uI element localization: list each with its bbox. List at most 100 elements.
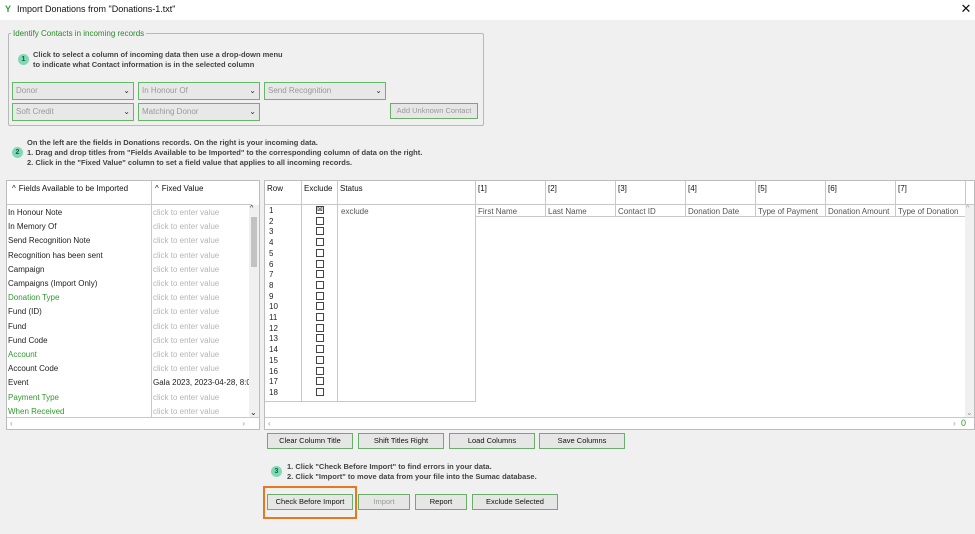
scroll-right-icon[interactable]: › — [242, 419, 245, 428]
fixed-value-cell[interactable]: click to enter value — [153, 334, 249, 348]
exclude-checkbox[interactable] — [316, 238, 324, 247]
data-row[interactable]: 11 — [265, 312, 475, 323]
field-name[interactable]: Event — [8, 376, 150, 390]
send-recognition-combo[interactable]: Send Recognition ⌄ — [264, 82, 386, 100]
exclude-checkbox[interactable] — [316, 270, 324, 279]
data-row[interactable]: 17 — [265, 376, 475, 387]
field-row[interactable]: Fund Code click to enter value — [7, 334, 249, 348]
data-row[interactable]: 16 — [265, 366, 475, 377]
scroll-left-icon[interactable]: ‹ — [268, 419, 271, 428]
field-name[interactable]: Fund (ID) — [8, 305, 150, 319]
data-column-title[interactable]: Last Name — [548, 207, 587, 216]
field-name[interactable]: In Honour Note — [8, 206, 150, 220]
fixed-value-cell[interactable]: click to enter value — [153, 291, 249, 305]
check-before-import-button[interactable]: Check Before Import — [267, 494, 353, 510]
field-row[interactable]: Fund (ID) click to enter value — [7, 305, 249, 319]
field-name[interactable]: Account — [8, 348, 150, 362]
data-row[interactable]: 5 — [265, 248, 475, 259]
field-row[interactable]: Recognition has been sent click to enter … — [7, 249, 249, 263]
field-row[interactable]: Campaigns (Import Only) click to enter va… — [7, 277, 249, 291]
fixed-value-column-header[interactable]: ^ Fixed Value — [152, 181, 251, 205]
fixed-value-cell[interactable]: click to enter value — [153, 277, 249, 291]
in-honour-of-combo[interactable]: In Honour Of ⌄ — [138, 82, 260, 100]
data-column-number[interactable]: [4] — [686, 181, 756, 204]
scroll-thumb[interactable] — [251, 217, 257, 267]
report-button[interactable]: Report — [415, 494, 467, 510]
data-row[interactable]: 13 — [265, 333, 475, 344]
data-horizontal-scrollbar[interactable]: ‹ › 0 — [265, 418, 974, 429]
data-row[interactable]: 1 ⊠ — [265, 205, 475, 216]
fixed-value-cell[interactable]: click to enter value — [153, 263, 249, 277]
scroll-left-icon[interactable]: ‹ — [10, 419, 13, 428]
data-column-number[interactable]: [7] — [896, 181, 966, 204]
exclude-checkbox[interactable] — [316, 377, 324, 386]
field-row[interactable]: Account click to enter value — [7, 348, 249, 362]
data-column-number[interactable]: [1] — [476, 181, 546, 204]
exclude-checkbox[interactable]: ⊠ — [316, 206, 324, 214]
data-row[interactable]: 14 — [265, 344, 475, 355]
soft-credit-combo[interactable]: Soft Credit ⌄ — [12, 103, 134, 121]
data-column-number[interactable]: [5] — [756, 181, 826, 204]
close-icon[interactable]: ✕ — [959, 1, 973, 17]
field-name[interactable]: In Memory Of — [8, 220, 150, 234]
data-row[interactable]: 2 — [265, 216, 475, 227]
field-row[interactable]: Payment Type click to enter value — [7, 391, 249, 405]
exclude-checkbox[interactable] — [316, 302, 324, 311]
fixed-value-cell[interactable]: click to enter value — [153, 348, 249, 362]
fixed-value-cell[interactable]: click to enter value — [153, 234, 249, 248]
data-vertical-scrollbar[interactable]: ^ ⌄ — [965, 205, 974, 417]
exclude-selected-button[interactable]: Exclude Selected — [472, 494, 558, 510]
field-name[interactable]: Donation Type — [8, 291, 150, 305]
fields-column-header[interactable]: ^ Fields Available to be Imported — [7, 181, 151, 205]
data-column-number[interactable]: [2] — [546, 181, 616, 204]
field-row[interactable]: Fund click to enter value — [7, 320, 249, 334]
field-name[interactable]: Fund Code — [8, 334, 150, 348]
fixed-value-cell[interactable]: click to enter value — [153, 362, 249, 376]
add-unknown-contact-button[interactable]: Add Unknown Contact — [390, 103, 478, 119]
data-column-title[interactable]: Donation Amount — [828, 207, 889, 216]
exclude-checkbox[interactable] — [316, 366, 324, 375]
fields-horizontal-scrollbar[interactable]: ‹ › — [7, 418, 259, 429]
field-name[interactable]: Campaigns (Import Only) — [8, 277, 150, 291]
field-row[interactable]: Event Gala 2023, 2023-04-28, 8:00 — [7, 376, 249, 390]
clear-column-title-button[interactable]: Clear Column Title — [267, 433, 353, 449]
matching-donor-combo[interactable]: Matching Donor ⌄ — [138, 103, 260, 121]
data-column-number[interactable]: [3] — [616, 181, 686, 204]
fixed-value-cell[interactable]: Gala 2023, 2023-04-28, 8:00 — [153, 376, 249, 390]
data-row[interactable]: 4 — [265, 237, 475, 248]
field-row[interactable]: Account Code click to enter value — [7, 362, 249, 376]
data-row[interactable]: 12 — [265, 323, 475, 334]
data-row[interactable]: 9 — [265, 291, 475, 302]
exclude-checkbox[interactable] — [316, 216, 324, 225]
exclude-checkbox[interactable] — [316, 387, 324, 396]
data-column-title[interactable]: Donation Date — [688, 207, 739, 216]
data-row[interactable]: 3 — [265, 226, 475, 237]
scroll-right-icon[interactable]: › — [953, 419, 956, 428]
field-name[interactable]: Campaign — [8, 263, 150, 277]
exclude-checkbox[interactable] — [316, 323, 324, 332]
exclude-checkbox[interactable] — [316, 291, 324, 300]
load-columns-button[interactable]: Load Columns — [449, 433, 535, 449]
save-columns-button[interactable]: Save Columns — [539, 433, 625, 449]
data-column-title[interactable]: Type of Donation — [898, 207, 958, 216]
data-column-title[interactable]: Type of Payment — [758, 207, 818, 216]
field-name[interactable]: Send Recognition Note — [8, 234, 150, 248]
field-name[interactable]: Fund — [8, 320, 150, 334]
field-row[interactable]: Campaign click to enter value — [7, 263, 249, 277]
exclude-checkbox[interactable] — [316, 248, 324, 257]
field-row[interactable]: In Honour Note click to enter value — [7, 206, 249, 220]
field-row[interactable]: In Memory Of click to enter value — [7, 220, 249, 234]
exclude-checkbox[interactable] — [316, 313, 324, 321]
exclude-checkbox[interactable] — [316, 355, 324, 364]
fixed-value-cell[interactable]: click to enter value — [153, 391, 249, 405]
data-column-title[interactable]: Contact ID — [618, 207, 656, 216]
shift-titles-right-button[interactable]: Shift Titles Right — [358, 433, 444, 449]
data-row[interactable]: 8 — [265, 280, 475, 291]
donor-combo[interactable]: Donor ⌄ — [12, 82, 134, 100]
field-name[interactable]: Account Code — [8, 362, 150, 376]
field-row[interactable]: Send Recognition Note click to enter valu… — [7, 234, 249, 248]
fixed-value-cell[interactable]: click to enter value — [153, 220, 249, 234]
exclude-checkbox[interactable] — [316, 280, 324, 289]
exclude-checkbox[interactable] — [316, 227, 324, 236]
exclude-checkbox[interactable] — [316, 345, 324, 354]
